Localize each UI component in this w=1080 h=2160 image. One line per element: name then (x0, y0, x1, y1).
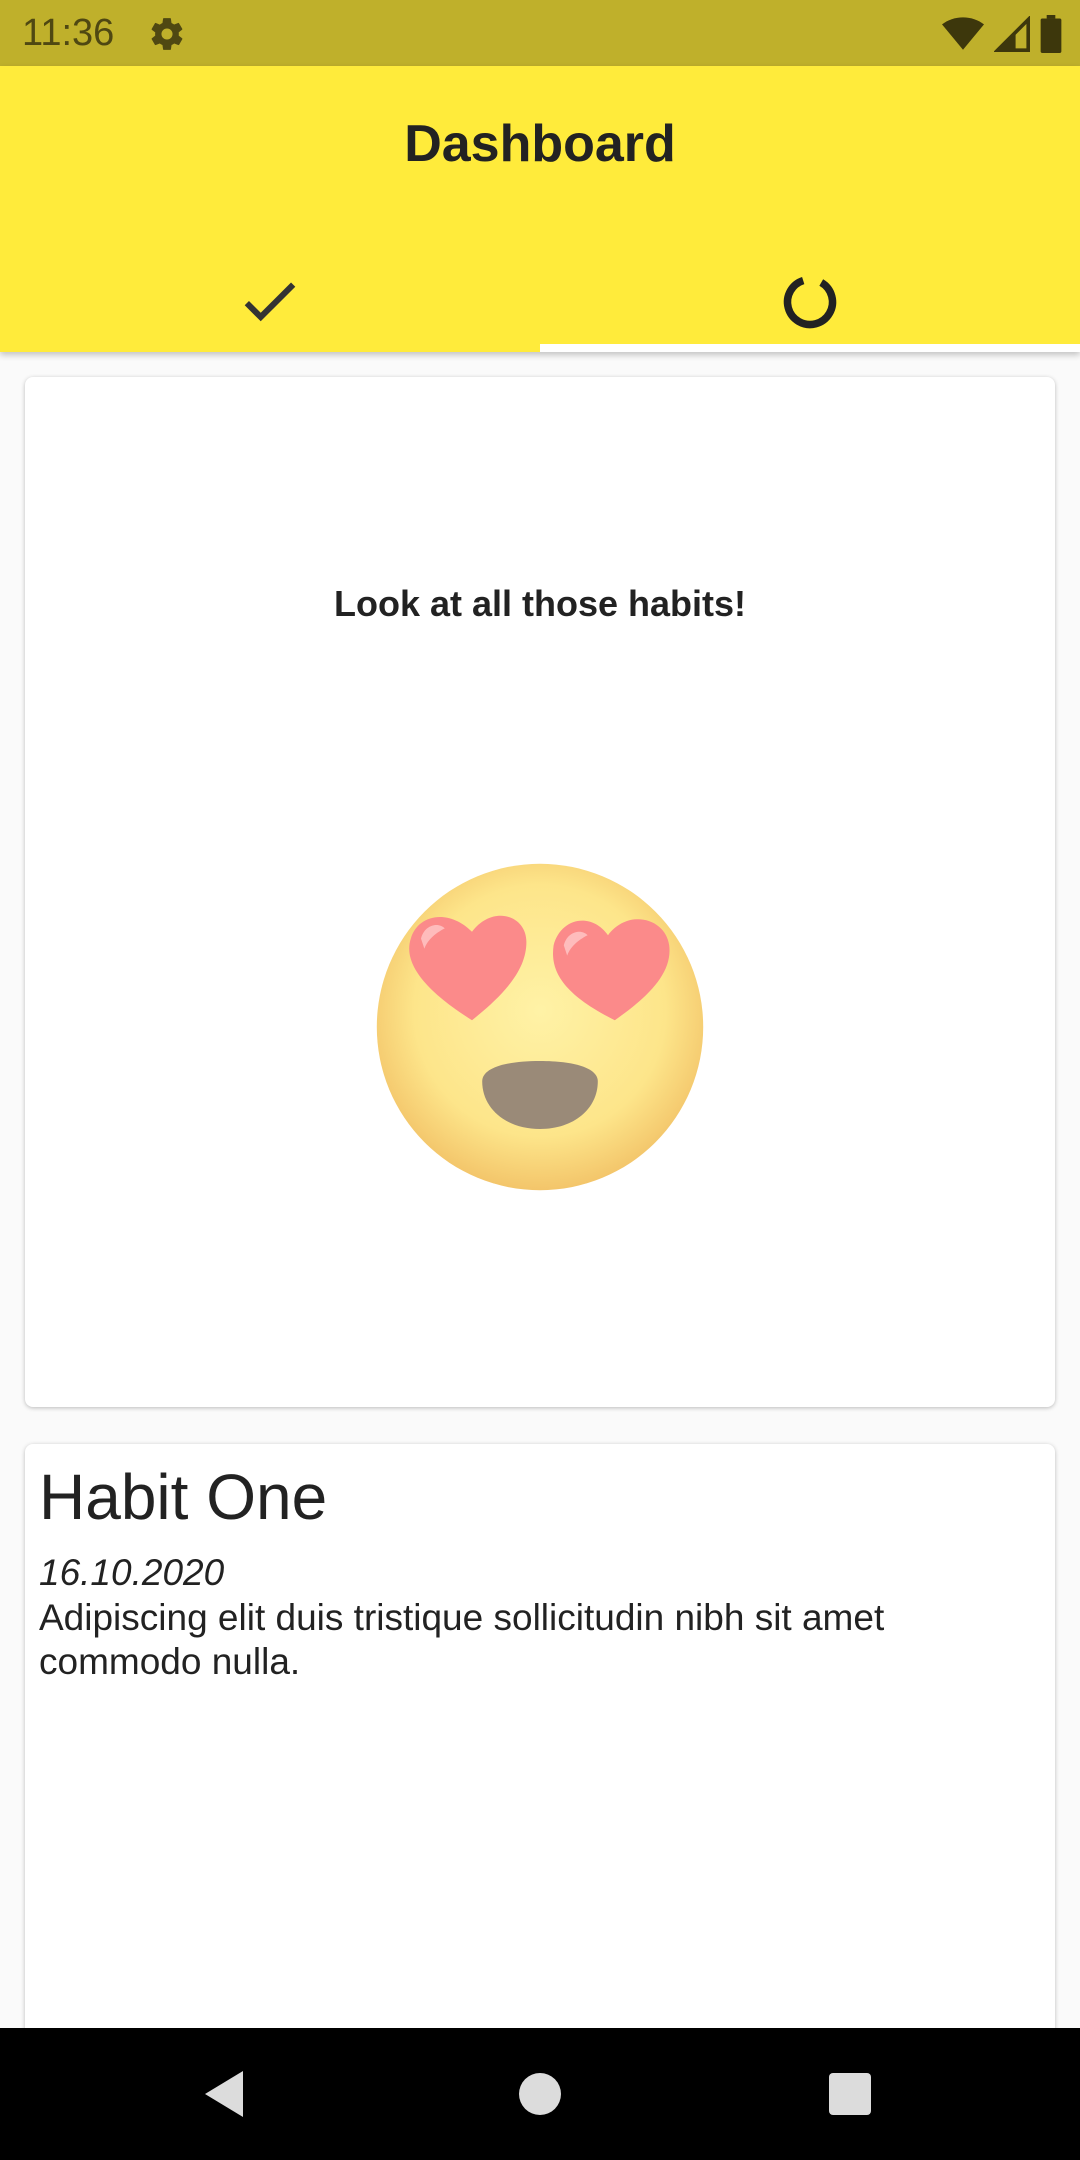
back-icon (205, 2071, 243, 2117)
signal-icon (994, 16, 1030, 52)
tab-progress[interactable] (540, 252, 1080, 352)
heart-eyes-emoji (376, 863, 704, 1191)
status-icons (942, 14, 1062, 54)
habit-card[interactable]: Habit One 16.10.2020 Adipiscing elit dui… (25, 1444, 1055, 2044)
tab-habits[interactable] (0, 252, 540, 352)
status-time: 11:36 (22, 12, 115, 54)
home-button[interactable] (480, 2028, 600, 2160)
system-nav-bar (0, 2028, 1080, 2160)
back-button[interactable] (165, 2028, 285, 2160)
battery-icon (1040, 15, 1062, 53)
summary-card: Look at all those habits! (25, 377, 1055, 1407)
recents-button[interactable] (790, 2028, 910, 2160)
wifi-icon (942, 17, 984, 50)
gear-icon (151, 18, 183, 50)
habit-description: Adipiscing elit duis tristique sollicitu… (39, 1597, 885, 1682)
home-icon (519, 2073, 561, 2115)
progress-ring-icon (783, 275, 837, 329)
habit-date: 16.10.2020 (39, 1552, 225, 1593)
recents-icon (829, 2073, 871, 2115)
check-icon (244, 282, 296, 322)
app-bar: Dashboard (0, 66, 1080, 352)
tab-indicator (540, 344, 1080, 352)
summary-message: Look at all those habits! (333, 583, 747, 624)
page-title: Dashboard (404, 115, 676, 173)
status-bar: 11:36 (0, 0, 1080, 66)
habit-title: Habit One (39, 1461, 328, 1533)
